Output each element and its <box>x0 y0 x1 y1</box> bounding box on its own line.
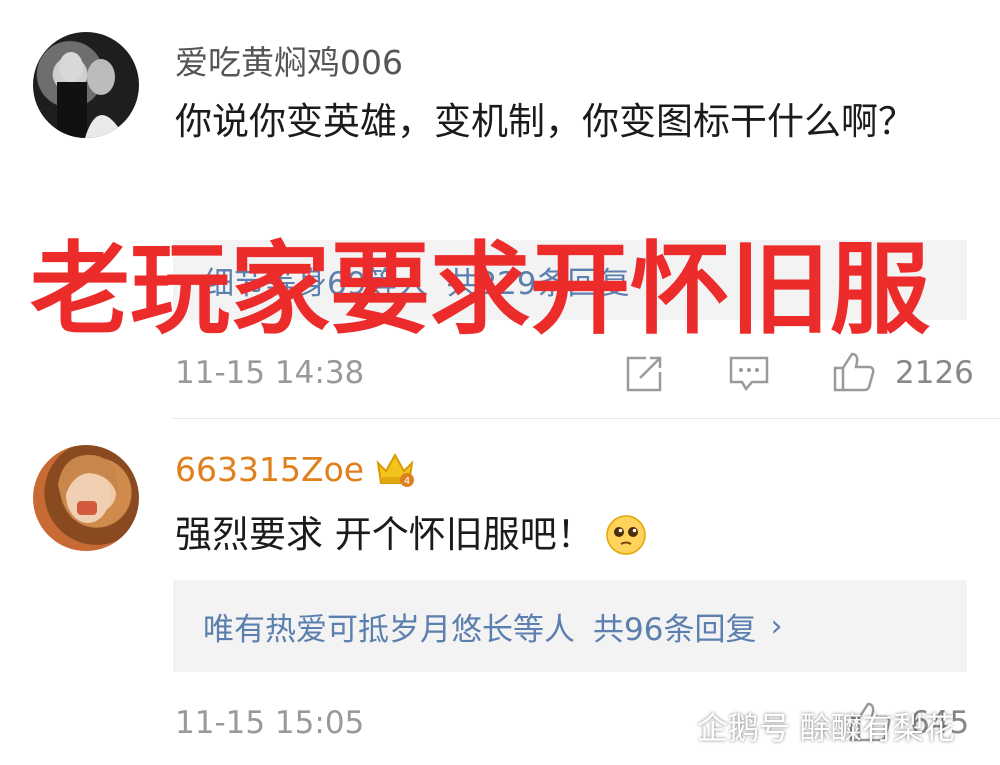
comment-text-row: 强烈要求 开个怀旧服吧！ <box>175 505 648 565</box>
comment-icon <box>729 356 769 392</box>
divider <box>173 418 1000 419</box>
reply-names: 唯有热爱可抵岁月悠长等人 <box>203 611 575 648</box>
avatar[interactable] <box>33 445 139 551</box>
reply-summary[interactable]: 唯有热爱可抵岁月悠长等人 共96条回复 › <box>173 580 967 672</box>
share-button[interactable] <box>624 354 664 398</box>
username-vip[interactable]: 663315Zoe 4 <box>175 450 416 489</box>
comment-button[interactable] <box>728 354 770 398</box>
username[interactable]: 爱吃黄焖鸡006 <box>175 36 403 84</box>
comment-text: 强烈要求 开个怀旧服吧！ <box>175 513 594 556</box>
timestamp: 11-15 15:05 <box>175 705 365 741</box>
avatar[interactable] <box>33 32 139 138</box>
chevron-right-icon: › <box>770 608 783 644</box>
watermark-text: 企鹅号 酴醾有梨花 <box>697 711 955 747</box>
like-count: 2126 <box>895 355 974 391</box>
watermark-logo-icon <box>658 708 686 738</box>
share-icon <box>626 356 662 392</box>
like-icon <box>833 352 875 392</box>
badge-level: 4 <box>404 476 410 487</box>
username-text: 663315Zoe <box>175 450 365 489</box>
comment-text: 你说你变英雄，变机制，你变图标干什么啊？ <box>175 100 915 143</box>
overlay-caption: 老玩家要求开怀旧服 <box>30 231 930 348</box>
crown-badge-icon: 4 <box>376 452 415 487</box>
pleading-emoji-icon <box>606 515 646 555</box>
avatar-image <box>57 52 125 138</box>
reply-total: 共96条回复 <box>593 611 757 648</box>
avatar-image <box>58 454 118 523</box>
watermark: 企鹅号 酴醾有梨花 <box>655 703 955 748</box>
like-button[interactable] <box>832 350 876 398</box>
timestamp: 11-15 14:38 <box>175 355 365 391</box>
